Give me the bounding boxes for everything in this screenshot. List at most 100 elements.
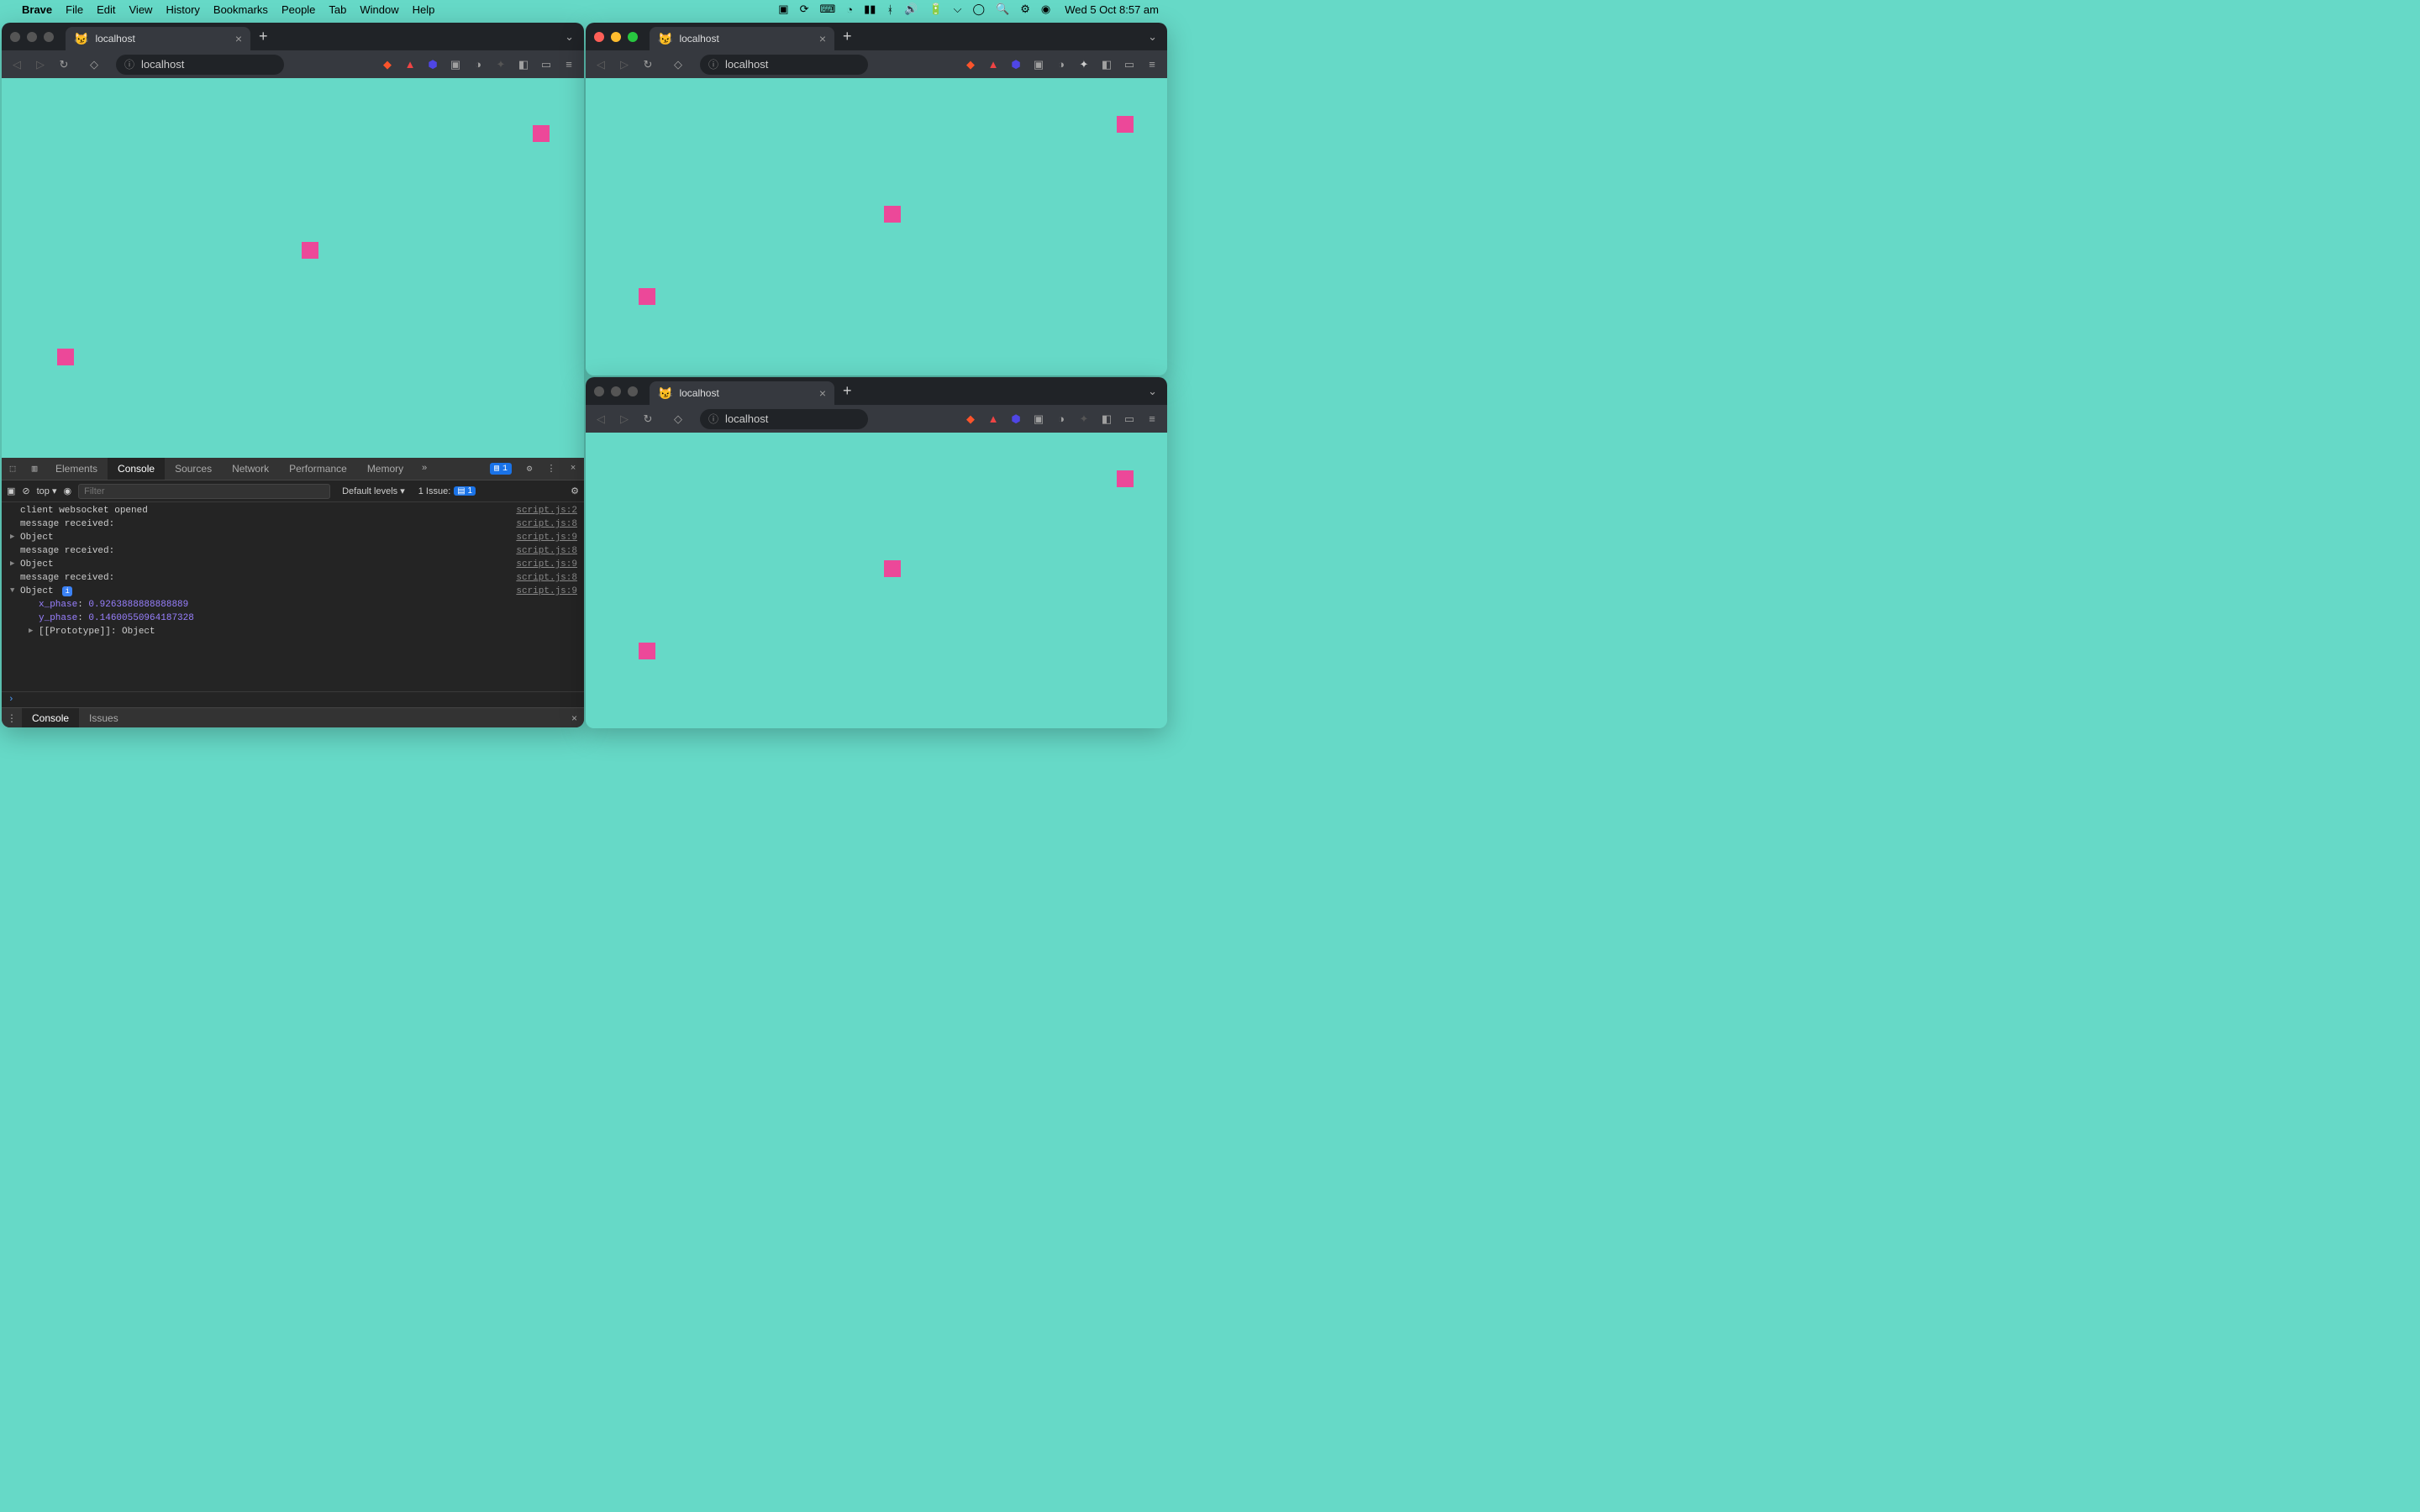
bookmark-icon[interactable]: ◇ <box>671 412 685 426</box>
console-sidebar-toggle-icon[interactable]: ▣ <box>7 486 15 496</box>
bluetooth-icon[interactable]: ᚼ <box>886 3 893 16</box>
extension-icon[interactable]: ▣ <box>1032 58 1045 71</box>
log-source-link[interactable]: script.js:2 <box>516 506 577 516</box>
bookmark-icon[interactable]: ◇ <box>671 58 685 71</box>
browser-tab[interactable]: 😼 localhost × <box>650 381 834 405</box>
extension-icon[interactable]: ◑ <box>1055 412 1068 426</box>
new-tab-button[interactable]: + <box>259 28 268 45</box>
wifi-icon[interactable]: ⌵ <box>954 3 962 16</box>
clear-console-icon[interactable]: ⊘ <box>22 486 29 496</box>
disclosure-triangle-icon[interactable]: ▼ <box>10 586 14 595</box>
drawer-kebab-icon[interactable]: ⋮ <box>2 712 22 724</box>
volume-icon[interactable]: 🔊 <box>904 3 918 16</box>
extension-icon[interactable]: ▣ <box>1032 412 1045 426</box>
devtools-close-icon[interactable]: × <box>562 464 584 474</box>
browser-tab[interactable]: 😼 localhost × <box>650 27 834 50</box>
forward-button[interactable]: ▷ <box>34 58 47 71</box>
address-bar[interactable]: ⓘ localhost <box>700 409 868 429</box>
devtools-tab-memory[interactable]: Memory <box>357 458 413 480</box>
back-button[interactable]: ◁ <box>10 58 24 71</box>
window-minimize-button[interactable] <box>27 32 37 42</box>
device-toggle-icon[interactable]: ▥ <box>24 463 45 475</box>
sidebar-toggle-icon[interactable]: ◧ <box>1100 412 1113 426</box>
window-maximize-button[interactable] <box>628 32 638 42</box>
window-minimize-button[interactable] <box>611 386 621 396</box>
console-filter-input[interactable] <box>78 484 330 499</box>
wallet-icon[interactable]: ▭ <box>1123 58 1136 71</box>
menu-view[interactable]: View <box>129 3 153 16</box>
extensions-puzzle-icon[interactable]: ✦ <box>494 58 508 71</box>
browser-tab[interactable]: 😼 localhost × <box>66 27 250 50</box>
window-minimize-button[interactable] <box>611 32 621 42</box>
issues-count[interactable]: 1 Issue: ▤ 1 <box>418 486 476 496</box>
extension-icon[interactable]: ▣ <box>449 58 462 71</box>
window-maximize-button[interactable] <box>628 386 638 396</box>
control-center-icon[interactable]: ⚙ <box>1020 3 1030 16</box>
console-prompt[interactable]: › <box>2 691 584 707</box>
console-settings-icon[interactable]: ⚙ <box>571 486 579 496</box>
drawer-tab-issues[interactable]: Issues <box>79 708 129 727</box>
drawer-close-icon[interactable]: × <box>571 712 577 724</box>
devtools-settings-icon[interactable]: ⚙ <box>518 463 540 475</box>
user-icon[interactable]: ◯ <box>972 3 985 16</box>
devtools-issues-badge[interactable]: ▤1 <box>490 463 512 475</box>
disclosure-triangle-icon[interactable]: ▶ <box>10 533 14 541</box>
devtools-tab-sources[interactable]: Sources <box>165 458 222 480</box>
bookmark-icon[interactable]: ◇ <box>87 58 101 71</box>
tab-close-icon[interactable]: × <box>819 386 826 400</box>
menubar-clock[interactable]: Wed 5 Oct 8:57 am <box>1065 3 1159 16</box>
loop-icon[interactable]: ⟳ <box>800 3 809 16</box>
inspect-element-icon[interactable]: ⬚ <box>2 463 24 475</box>
forward-button[interactable]: ▷ <box>618 58 631 71</box>
window-close-button[interactable] <box>594 32 604 42</box>
new-tab-button[interactable]: + <box>843 28 852 45</box>
timer-icon[interactable]: ◔ <box>846 3 853 16</box>
brave-rewards-icon[interactable]: ▲ <box>986 412 1000 426</box>
app-menu-icon[interactable]: ≡ <box>1145 412 1159 426</box>
siri-icon[interactable]: ◉ <box>1041 3 1050 16</box>
menu-people[interactable]: People <box>281 3 315 16</box>
devtools-tab-console[interactable]: Console <box>108 458 165 480</box>
extension-icon[interactable]: ⬢ <box>426 58 439 71</box>
wallet-icon[interactable]: ▭ <box>539 58 553 71</box>
log-source-link[interactable]: script.js:9 <box>516 586 577 596</box>
extension-icon[interactable]: ⬢ <box>1009 58 1023 71</box>
disclosure-triangle-icon[interactable]: ▶ <box>10 559 14 568</box>
back-button[interactable]: ◁ <box>594 58 608 71</box>
extension-icon[interactable]: ◑ <box>1055 58 1068 71</box>
reload-button[interactable]: ↻ <box>57 58 71 71</box>
back-button[interactable]: ◁ <box>594 412 608 426</box>
site-info-icon[interactable]: ⓘ <box>708 57 718 71</box>
address-bar[interactable]: ⓘ localhost <box>116 55 284 75</box>
devtools-tab-performance[interactable]: Performance <box>279 458 357 480</box>
brave-shields-icon[interactable]: ◆ <box>964 412 977 426</box>
window-close-button[interactable] <box>594 386 604 396</box>
menu-window[interactable]: Window <box>360 3 398 16</box>
spotlight-icon[interactable]: 🔍 <box>996 3 1009 16</box>
menu-edit[interactable]: Edit <box>97 3 115 16</box>
console-log-object[interactable]: ▶Objectscript.js:9 <box>2 558 584 571</box>
app-menu-icon[interactable]: ≡ <box>1145 58 1159 71</box>
context-selector[interactable]: top ▾ <box>37 486 57 496</box>
battery-icon[interactable]: 🔋 <box>929 3 942 16</box>
grid-icon[interactable]: ▮▮ <box>864 3 876 16</box>
menu-file[interactable]: File <box>66 3 83 16</box>
window-close-button[interactable] <box>10 32 20 42</box>
tab-close-icon[interactable]: × <box>235 32 242 45</box>
site-info-icon[interactable]: ⓘ <box>124 57 134 71</box>
live-expression-icon[interactable]: ◉ <box>64 486 72 496</box>
log-source-link[interactable]: script.js:8 <box>516 546 577 556</box>
menu-tab[interactable]: Tab <box>329 3 346 16</box>
menu-help[interactable]: Help <box>413 3 435 16</box>
sidebar-toggle-icon[interactable]: ◧ <box>1100 58 1113 71</box>
devtools-tab-elements[interactable]: Elements <box>45 458 108 480</box>
tabs-menu-chevron-icon[interactable]: ⌄ <box>565 30 574 44</box>
active-app-name[interactable]: Brave <box>22 3 52 16</box>
log-source-link[interactable]: script.js:9 <box>516 559 577 570</box>
extensions-puzzle-icon[interactable]: ✦ <box>1077 412 1091 426</box>
brave-rewards-icon[interactable]: ▲ <box>986 58 1000 71</box>
reload-button[interactable]: ↻ <box>641 412 655 426</box>
drawer-tab-console[interactable]: Console <box>22 708 79 727</box>
forward-button[interactable]: ▷ <box>618 412 631 426</box>
address-bar[interactable]: ⓘ localhost <box>700 55 868 75</box>
